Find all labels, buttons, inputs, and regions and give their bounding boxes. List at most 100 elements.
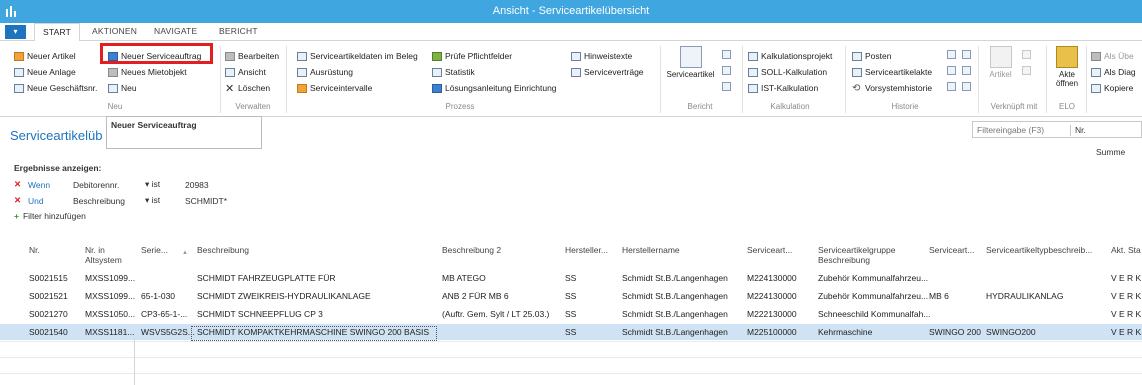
- neue-geschaeftsnr-button[interactable]: Neue Geschäftsnr.: [14, 82, 97, 94]
- serviceartikel-report-button[interactable]: Serviceartikel: [663, 46, 718, 79]
- vorsystemhistorie-button[interactable]: ⟲ Vorsystemhistorie: [852, 82, 932, 94]
- filter-search-input[interactable]: Filtereingabe (F3) Nr.: [972, 121, 1142, 138]
- cell-nr-alt: MXSS1099...: [85, 291, 136, 301]
- add-filter-label: Filter hinzufügen: [22, 211, 86, 221]
- cell-herstellername: Schmidt St.B./Langenhagen: [622, 327, 728, 337]
- filter-icon[interactable]: [947, 66, 956, 75]
- row-divider: [0, 357, 1142, 358]
- col-header-serie[interactable]: Serie...: [141, 245, 168, 255]
- filter-field-select[interactable]: Nr.: [1070, 125, 1086, 136]
- tab-navigate[interactable]: NAVIGATE: [154, 26, 197, 36]
- ansicht-button[interactable]: Ansicht: [225, 66, 266, 78]
- cell-nr-alt: MXSS1099...: [85, 273, 136, 283]
- cell-nr: S0021270: [29, 309, 68, 319]
- send-icon: [1091, 51, 1101, 61]
- add-filter-button[interactable]: + Filter hinzufügen: [14, 211, 86, 221]
- filter-operator[interactable]: ▾ ist: [145, 195, 185, 206]
- loeschen-button[interactable]: ✕ Löschen: [225, 82, 270, 95]
- col-header-serviceart[interactable]: Serviceart...: [747, 245, 792, 255]
- word-icon[interactable]: [722, 66, 731, 75]
- ribbon-separator: [742, 46, 743, 113]
- hinweistexte-button[interactable]: Hinweistexte: [571, 50, 632, 62]
- ausruestung-button[interactable]: Ausrüstung: [297, 66, 353, 78]
- table-row[interactable]: S0021515 MXSS1099... SCHMIDT FAHRZEUGPLA…: [0, 270, 1142, 286]
- col-header-nr-alt[interactable]: Nr. in Altsystem: [85, 245, 127, 265]
- col-header-akt-status[interactable]: Akt. Sta: [1111, 245, 1141, 255]
- kalkulationsprojekt-button[interactable]: Kalkulationsprojekt: [748, 50, 832, 62]
- cell-serviceart: M224130000: [747, 273, 797, 283]
- excel-icon[interactable]: [722, 50, 731, 59]
- checkbox-icon[interactable]: [947, 50, 956, 59]
- cell-serie: 65-1-030: [141, 291, 176, 301]
- attach-icon[interactable]: [962, 82, 971, 91]
- table-row[interactable]: S0021270 MXSS1050... CP3-65-1-... SCHMID…: [0, 306, 1142, 322]
- serviceartikeldaten-label: Serviceartikeldaten im Beleg: [310, 51, 418, 61]
- tab-aktionen[interactable]: AKTIONEN: [92, 26, 137, 36]
- cell-serie: WSVS5G2S...: [141, 327, 195, 337]
- col-header-beschreibung[interactable]: Beschreibung: [197, 245, 249, 255]
- cell-nr-alt: MXSS1050...: [85, 309, 136, 319]
- servicevertraege-button[interactable]: Serviceverträge: [571, 66, 644, 78]
- list-icon[interactable]: [947, 82, 956, 91]
- cell-typ: SWINGO200: [986, 327, 1036, 337]
- table-row[interactable]: S0021521 MXSS1099... 65-1-030 SCHMIDT ZW…: [0, 288, 1142, 304]
- loesungsanleitung-button[interactable]: Lösungsanleitung Einrichtung: [432, 82, 557, 94]
- tooltip: Neuer Serviceauftrag: [106, 116, 262, 149]
- serviceartikeldaten-button[interactable]: Serviceartikeldaten im Beleg: [297, 50, 418, 62]
- diagram-icon: [1091, 67, 1101, 77]
- ist-kalkulation-button[interactable]: IST-Kalkulation: [748, 82, 818, 94]
- col-header-nr[interactable]: Nr.: [29, 245, 40, 255]
- col-header-serviceart2[interactable]: Serviceart...: [929, 245, 974, 255]
- highlight-box: [100, 43, 213, 64]
- link-icon[interactable]: [962, 66, 971, 75]
- filter-value[interactable]: 20983: [185, 180, 209, 190]
- soll-kalkulation-button[interactable]: SOLL-Kalkulation: [748, 66, 827, 78]
- col-header-hersteller[interactable]: Hersteller...: [565, 245, 608, 255]
- pruefe-pflichtfelder-button[interactable]: Prüfe Pflichtfelder: [432, 50, 512, 62]
- linked-icon-2[interactable]: [1022, 66, 1031, 75]
- linked-icon-1[interactable]: [1022, 50, 1031, 59]
- table-row-selected[interactable]: S0021540 MXSS1181... WSVS5G2S... SCHMIDT…: [0, 324, 1142, 340]
- kopiere-button[interactable]: Kopiere: [1091, 82, 1133, 94]
- filter-field[interactable]: Beschreibung: [73, 196, 145, 206]
- title-bar: Ansicht - Serviceartikelübersicht: [0, 0, 1142, 23]
- col-header-gruppe[interactable]: Serviceartikelgruppe Beschreibung: [818, 245, 908, 265]
- cell-hersteller: SS: [565, 327, 577, 337]
- serviceintervalle-button[interactable]: Serviceintervalle: [297, 82, 372, 94]
- col-header-herstellername[interactable]: Herstellername: [622, 245, 680, 255]
- col-header-beschreibung2[interactable]: Beschreibung 2: [442, 245, 501, 255]
- als-ueber-button[interactable]: Als Übe: [1091, 50, 1134, 62]
- app-menu-button[interactable]: ▾: [5, 25, 26, 39]
- col-header-typ[interactable]: Serviceartikeltypbeschreib...: [986, 245, 1092, 255]
- remove-filter-icon[interactable]: ✕: [14, 179, 28, 190]
- cell-serie: CP3-65-1-...: [141, 309, 188, 319]
- new-document-icon: [108, 83, 118, 93]
- group-verwalten-label: Verwalten: [235, 102, 271, 111]
- als-diag-button[interactable]: Als Diag: [1091, 66, 1136, 78]
- neue-anlage-button[interactable]: Neue Anlage: [14, 66, 76, 78]
- neu-button[interactable]: Neu: [108, 82, 137, 94]
- ribbon-separator: [845, 46, 846, 113]
- bearbeiten-button[interactable]: Bearbeiten: [225, 50, 279, 62]
- print-icon[interactable]: [722, 82, 731, 91]
- cell-beschreibung: SCHMIDT FAHRZEUGPLATTE FÜR: [197, 273, 336, 283]
- neuer-artikel-button[interactable]: Neuer Artikel: [14, 50, 76, 62]
- neues-mietobjekt-button[interactable]: Neues Mietobjekt: [108, 66, 187, 78]
- serviceartikelakte-button[interactable]: Serviceartikelakte: [852, 66, 932, 78]
- artikel-linked-button[interactable]: Artikel: [983, 46, 1018, 79]
- filter-operator[interactable]: ▾ ist: [145, 179, 185, 190]
- group-kalkulation-label: Kalkulation: [770, 102, 810, 111]
- cell-beschreibung2: ANB 2 FÜR MB 6: [442, 291, 509, 301]
- filter-value[interactable]: SCHMIDT*: [185, 196, 227, 206]
- copy-icon[interactable]: [962, 50, 971, 59]
- tab-bericht[interactable]: BERICHT: [219, 26, 258, 36]
- tab-start[interactable]: START: [34, 23, 81, 42]
- filter-field[interactable]: Debitorennr.: [73, 180, 145, 190]
- posten-button[interactable]: Posten: [852, 50, 891, 62]
- calculation-project-icon: [748, 51, 758, 61]
- statistik-button[interactable]: Statistik: [432, 66, 475, 78]
- report-icon: [679, 46, 702, 68]
- ausruestung-label: Ausrüstung: [310, 67, 353, 77]
- akte-oeffnen-button[interactable]: Akte öffnen: [1050, 46, 1084, 88]
- remove-filter-icon[interactable]: ✕: [14, 195, 28, 206]
